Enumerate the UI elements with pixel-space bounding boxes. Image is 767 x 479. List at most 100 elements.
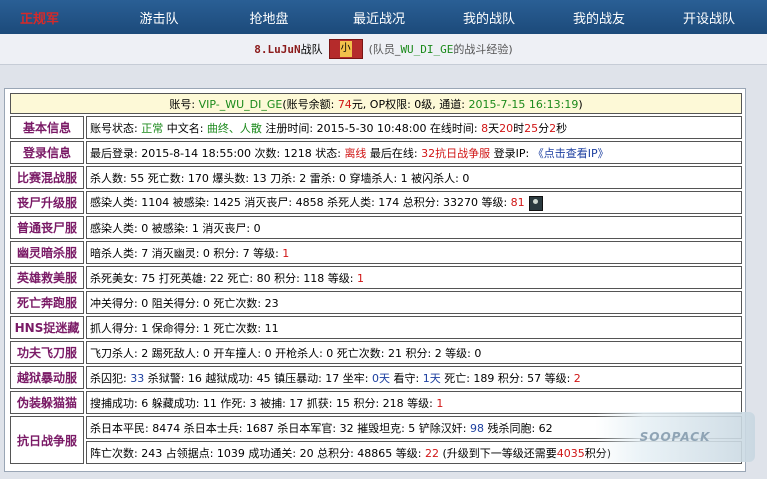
count-label: 次数:: [251, 146, 284, 160]
login-count: 1218: [283, 146, 312, 160]
table-row: 比赛混战服 杀人数: 55 死亡数: 170 爆头数: 13 刀杀: 2 雷杀:…: [10, 166, 742, 189]
account-label: 账号:: [169, 97, 199, 111]
row-label: 丧尸升级服: [10, 191, 84, 214]
row-stats: 感染人类: 0 被感染: 1 消灭丧尸: 0: [86, 216, 742, 239]
channel-date: 2015-7-15 16:13:19: [468, 97, 579, 111]
nav-guerrilla[interactable]: 游击队: [104, 8, 214, 27]
row-stats: 阵亡次数: 243 占领据点: 1039 成功通关: 20 总积分: 48865…: [86, 441, 742, 464]
balance-label: (账号余额:: [282, 97, 338, 111]
chinese-name: 曲终、人散: [206, 121, 262, 135]
row-stats: 杀囚犯: 33 杀狱警: 16 越狱成功: 45 镇压暴动: 17 坐牢: 0天…: [86, 366, 742, 389]
table-row: 登录信息 最后登录: 2015-8-14 18:55:00 次数: 1218 状…: [10, 141, 742, 164]
row-stats: 抓人得分: 1 保命得分: 1 死亡次数: 11: [86, 316, 742, 339]
row-label-basic: 基本信息: [10, 116, 84, 139]
account-row: 账号: VIP-_WU_DI_GE(账号余额: 74元, OP权限: 0级, 通…: [10, 93, 742, 114]
war-text-2: 残杀同胞: 62: [483, 421, 553, 435]
ip-label: 登录IP:: [490, 146, 533, 160]
table-row: 英雄救美服 杀死美女: 75 打死英雄: 22 死亡: 80 积分: 118 等…: [10, 266, 742, 289]
row-stats: 冲关得分: 0 阻关得分: 0 死亡次数: 23: [86, 291, 742, 314]
war-text-3: 阵亡次数: 243 占领据点: 1039 成功通关: 20 总积分: 48865…: [90, 446, 425, 460]
online-mins: 25: [524, 121, 539, 135]
row-label: HNS捉迷藏: [10, 316, 84, 339]
state-label: 状态:: [311, 146, 345, 160]
table-row: 死亡奔跑服 冲关得分: 0 阻关得分: 0 死亡次数: 23: [10, 291, 742, 314]
row-stats: 杀人数: 55 死亡数: 170 爆头数: 13 刀杀: 2 雷杀: 0 穿墙杀…: [86, 166, 742, 189]
war-level: 22: [424, 446, 439, 460]
team-banner: 8.LuJuN 战队 小 (队员_WU_DI_GE的战斗经验): [0, 34, 767, 65]
member-uid: WU_DI_GE: [400, 43, 454, 56]
table-row: 抗日战争服 杀日本平民: 8474 杀日本士兵: 1687 杀日本军官: 32 …: [10, 416, 742, 464]
header-close: ): [578, 97, 583, 111]
row-label: 英雄救美服: [10, 266, 84, 289]
unit-day: 天: [488, 121, 500, 135]
war-text-5: 积分): [584, 446, 612, 460]
row-label: 伪装躲猫猫: [10, 391, 84, 414]
row-label-login: 登录信息: [10, 141, 84, 164]
cn-label: 中文名:: [163, 121, 207, 135]
table-row: 丧尸升级服 感染人类: 1104 被感染: 1425 消灭丧尸: 4858 杀死…: [10, 191, 742, 214]
prison-val-1: 33: [130, 371, 145, 385]
member-note-suffix: 的战斗经验): [453, 43, 513, 56]
login-info: 最后登录: 2015-8-14 18:55:00 次数: 1218 状态: 离线…: [86, 141, 742, 164]
row-stats-text: 感染人类: 1104 被感染: 1425 消灭丧尸: 4858 杀死人类: 17…: [90, 196, 511, 210]
prison-text-2: 杀狱警: 16 越狱成功: 45 镇压暴动: 17 坐牢:: [144, 371, 372, 385]
team-name: 8.LuJuN: [254, 42, 301, 56]
table-row: 阵亡次数: 243 占领据点: 1039 成功通关: 20 总积分: 48865…: [10, 441, 742, 464]
row-stats: 暗杀人类: 7 消灭幽灵: 0 积分: 7 等级: 1: [86, 241, 742, 264]
row-level: 1: [436, 396, 444, 410]
table-row: 越狱暴动服 杀囚犯: 33 杀狱警: 16 越狱成功: 45 镇压暴动: 17 …: [10, 366, 742, 389]
row-label: 普通丧尸服: [10, 216, 84, 239]
member-note-prefix: (队员_: [368, 43, 401, 56]
top-navigation: 正规军 游击队 抢地盘 最近战况 我的战队 我的战友 开设战队: [0, 0, 767, 34]
last-login-label: 最后登录:: [90, 146, 142, 160]
row-stats: 杀日本平民: 8474 杀日本士兵: 1687 杀日本军官: 32 摧毁坦克: …: [86, 416, 742, 439]
row-stats-text: 搜捕成功: 6 躲藏成功: 11 作死: 3 被捕: 17 抓获: 15 积分:…: [90, 396, 437, 410]
login-state: 离线: [344, 146, 367, 160]
account-status: 正常: [141, 121, 164, 135]
row-stats-text: 杀死美女: 75 打死英雄: 22 死亡: 80 积分: 118 等级:: [90, 271, 357, 285]
row-stats: 杀死美女: 75 打死英雄: 22 死亡: 80 积分: 118 等级: 1: [86, 266, 742, 289]
online-hours: 20: [499, 121, 514, 135]
table-row: 幽灵暗杀服 暗杀人类: 7 消灭幽灵: 0 积分: 7 等级: 1: [10, 241, 742, 264]
row-stats: 飞刀杀人: 2 踢死敌人: 0 开车撞人: 0 开枪杀人: 0 死亡次数: 21…: [86, 341, 742, 364]
status-label: 账号状态:: [90, 121, 142, 135]
online-label: 在线时间:: [426, 121, 482, 135]
nav-territory[interactable]: 抢地盘: [214, 8, 324, 27]
row-label: 抗日战争服: [10, 416, 84, 464]
war-val-1: 98: [469, 421, 484, 435]
nav-recent-battles[interactable]: 最近战况: [324, 8, 434, 27]
prison-text-1: 杀囚犯:: [90, 371, 131, 385]
prison-text-3: 看守:: [390, 371, 423, 385]
nav-create-team[interactable]: 开设战队: [654, 8, 764, 27]
place-label: 最后在线:: [366, 146, 422, 160]
war-text-1: 杀日本平民: 8474 杀日本士兵: 1687 杀日本军官: 32 摧毁坦克: …: [90, 421, 470, 435]
table-row: 伪装躲猫猫 搜捕成功: 6 躲藏成功: 11 作死: 3 被捕: 17 抓获: …: [10, 391, 742, 414]
war-need: 4035: [556, 446, 585, 460]
account-value: VIP-_WU_DI_GE: [198, 97, 283, 111]
row-stats-text: 暗杀人类: 7 消灭幽灵: 0 积分: 7 等级:: [90, 246, 283, 260]
prison-val-3: 1天: [422, 371, 441, 385]
brand-logo[interactable]: 正规军: [0, 0, 104, 34]
table-row: 基本信息 账号状态: 正常 中文名: 曲终、人散 注册时间: 2015-5-30…: [10, 116, 742, 139]
account-header: 账号: VIP-_WU_DI_GE(账号余额: 74元, OP权限: 0级, 通…: [10, 93, 742, 114]
prison-text-4: 死亡: 189 积分: 57 等级:: [440, 371, 574, 385]
team-suffix: 战队: [300, 43, 323, 56]
last-server: 32抗日战争服: [421, 146, 491, 160]
nav-my-team[interactable]: 我的战队: [434, 8, 544, 27]
row-label: 死亡奔跑服: [10, 291, 84, 314]
rank-icon: [528, 195, 543, 211]
nav-my-friends[interactable]: 我的战友: [544, 8, 654, 27]
row-stats: 搜捕成功: 6 躲藏成功: 11 作死: 3 被捕: 17 抓获: 15 积分:…: [86, 391, 742, 414]
unit-min: 分: [538, 121, 550, 135]
row-level: 1: [357, 271, 364, 285]
row-level: 81: [510, 196, 525, 210]
row-label: 越狱暴动服: [10, 366, 84, 389]
row-label: 比赛混战服: [10, 166, 84, 189]
table-row: HNS捉迷藏 抓人得分: 1 保命得分: 1 死亡次数: 11: [10, 316, 742, 339]
row-level: 2: [573, 371, 581, 385]
row-level: 1: [282, 246, 290, 260]
row-stats: 感染人类: 1104 被感染: 1425 消灭丧尸: 4858 杀死人类: 17…: [86, 191, 742, 214]
basic-info: 账号状态: 正常 中文名: 曲终、人散 注册时间: 2015-5-30 10:4…: [86, 116, 742, 139]
unit-sec: 秒: [556, 121, 568, 135]
view-ip-link[interactable]: 《点击查看IP》: [533, 147, 609, 160]
